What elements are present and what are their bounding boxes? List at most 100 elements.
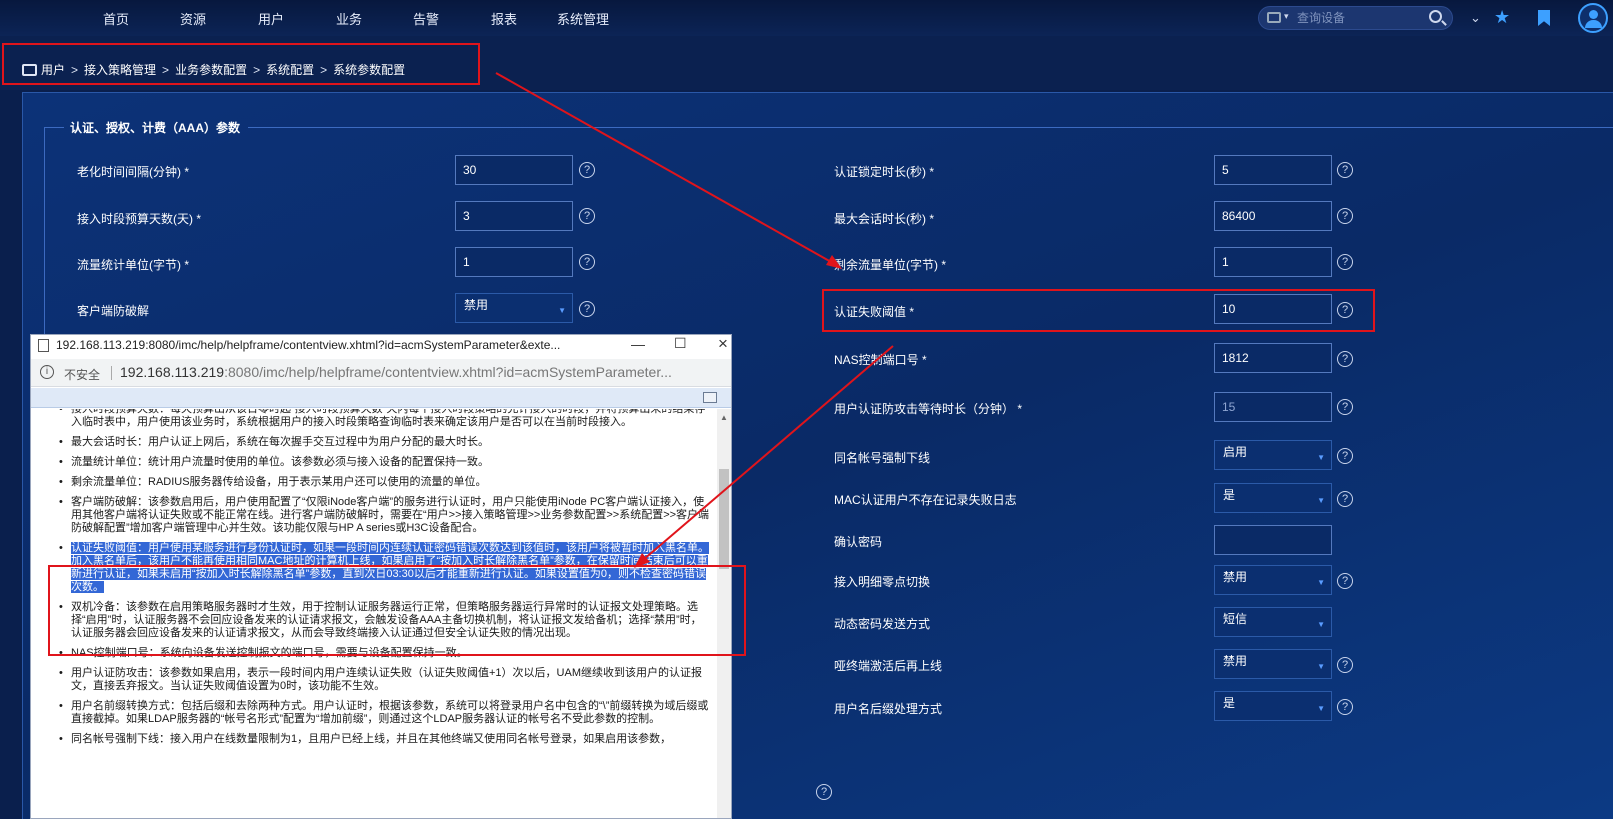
divider	[111, 366, 112, 380]
help-icon[interactable]: ?	[1337, 162, 1353, 178]
close-icon[interactable]: ×	[718, 335, 728, 354]
crumb-system-params: 系统参数配置	[333, 63, 406, 77]
bookmark-icon[interactable]	[1538, 10, 1550, 26]
auth-fail-threshold-input[interactable]: 10	[1214, 294, 1332, 324]
maximize-icon[interactable]: ☐	[674, 335, 687, 352]
help-item: 客户端防破解：该参数启用后，用户使用配置了“仅限iNode客户端”的服务进行认证…	[31, 496, 717, 535]
select-value: 禁用	[1223, 570, 1248, 584]
scrollbar-thumb[interactable]	[719, 469, 729, 569]
username-suffix-select[interactable]: 是 ▼	[1214, 691, 1332, 721]
popup-address-bar: i 不安全 192.168.113.219:8080/imc/help/help…	[31, 359, 731, 387]
fieldset-border	[248, 127, 1613, 128]
minimize-icon[interactable]: —	[631, 336, 645, 352]
info-icon[interactable]: i	[40, 365, 54, 379]
confirm-password-label: 确认密码	[834, 535, 883, 549]
help-icon[interactable]: ?	[816, 784, 832, 800]
device-search-input[interactable]	[1297, 9, 1417, 27]
help-item: 接入时段预算天数：每天预算出从该日零时起“接入时段预算天数”天内每个接入时段策略…	[31, 409, 717, 429]
help-icon[interactable]: ?	[1337, 254, 1353, 270]
top-nav: 首页 资源 用户 业务 告警 报表 系统管理 ▾ ⌄ ★	[0, 0, 1613, 36]
help-icon[interactable]: ?	[579, 162, 595, 178]
auth-lock-duration-label: 认证锁定时长(秒) *	[834, 165, 934, 179]
star-icon[interactable]: ★	[1494, 7, 1510, 28]
help-icon[interactable]: ?	[1337, 573, 1353, 589]
page-icon	[38, 339, 49, 352]
url-path: :8080/imc/help/helpframe/contentview.xht…	[224, 364, 672, 380]
print-icon[interactable]	[703, 392, 717, 403]
mac-auth-log-select[interactable]: 是 ▼	[1214, 483, 1332, 513]
chevron-down-icon: ▼	[558, 306, 566, 315]
nav-report[interactable]: 报表	[491, 9, 517, 28]
nav-resource[interactable]: 资源	[180, 9, 206, 28]
crumb-separator: >	[71, 63, 79, 77]
help-icon[interactable]: ?	[579, 208, 595, 224]
help-icon[interactable]: ?	[1337, 699, 1353, 715]
dumb-terminal-select[interactable]: 禁用 ▼	[1214, 649, 1332, 679]
crumb-separator: >	[320, 63, 328, 77]
popup-url[interactable]: 192.168.113.219:8080/imc/help/helpframe/…	[120, 364, 726, 380]
nav-system-management[interactable]: 系统管理	[557, 9, 609, 28]
crumb-access-policy[interactable]: 接入策略管理	[84, 63, 156, 77]
access-period-days-label: 接入时段预算天数(天) *	[77, 212, 201, 226]
select-value: 短信	[1223, 612, 1248, 626]
help-icon[interactable]: ?	[1337, 448, 1353, 464]
select-value: 启用	[1223, 445, 1248, 459]
chevron-double-down-icon[interactable]: ⌄	[1470, 10, 1481, 26]
help-icon[interactable]: ?	[579, 254, 595, 270]
user-avatar-icon[interactable]	[1578, 3, 1608, 33]
url-host: 192.168.113.219	[120, 364, 225, 380]
nas-control-port-label: NAS控制端口号 *	[834, 353, 927, 367]
dumb-terminal-label: 哑终端激活后再上线	[834, 659, 943, 673]
nav-user[interactable]: 用户	[258, 9, 284, 28]
aging-interval-input[interactable]: 30	[455, 155, 573, 185]
access-period-days-input[interactable]: 3	[455, 201, 573, 231]
help-icon[interactable]: ?	[1337, 302, 1353, 318]
remaining-traffic-unit-input[interactable]: 1	[1214, 247, 1332, 277]
help-icon[interactable]: ?	[1337, 491, 1353, 507]
breadcrumb: 用户 > 接入策略管理 > 业务参数配置 > 系统配置 > 系统参数配置	[22, 61, 405, 78]
dynamic-password-method-select[interactable]: 短信 ▼	[1214, 607, 1332, 637]
traffic-unit-label: 流量统计单位(字节) *	[77, 258, 189, 272]
client-anti-crack-select[interactable]: 禁用 ▼	[455, 293, 573, 323]
auth-lock-duration-input[interactable]: 5	[1214, 155, 1332, 185]
nas-control-port-input[interactable]: 1812	[1214, 343, 1332, 373]
select-value: 是	[1223, 696, 1236, 710]
anti-attack-wait-input[interactable]: 15	[1214, 392, 1332, 422]
crumb-system-config[interactable]: 系统配置	[266, 63, 314, 77]
device-type-dropdown-icon[interactable]: ▾	[1284, 11, 1289, 22]
max-session-label: 最大会话时长(秒) *	[834, 212, 934, 226]
chevron-down-icon: ▼	[1317, 578, 1325, 587]
crumb-user[interactable]: 用户	[41, 63, 65, 77]
help-icon[interactable]: ?	[1337, 208, 1353, 224]
crumb-service-params[interactable]: 业务参数配置	[175, 63, 247, 77]
crumb-separator: >	[253, 63, 261, 77]
chevron-down-icon: ▼	[1317, 704, 1325, 713]
username-suffix-label: 用户名后缀处理方式	[834, 702, 943, 716]
nav-alarm[interactable]: 告警	[413, 9, 439, 28]
aging-interval-label: 老化时间间隔(分钟) *	[77, 165, 189, 179]
nav-service[interactable]: 业务	[336, 9, 362, 28]
help-icon[interactable]: ?	[579, 301, 595, 317]
dynamic-password-method-label: 动态密码发送方式	[834, 617, 931, 631]
scroll-up-icon[interactable]: ▲	[720, 413, 728, 422]
chevron-down-icon: ▼	[1317, 496, 1325, 505]
detail-midnight-switch-label: 接入明细零点切换	[834, 575, 931, 589]
help-icon[interactable]: ?	[1337, 399, 1353, 415]
device-type-icon[interactable]	[1267, 12, 1281, 23]
chevron-down-icon: ▼	[1317, 620, 1325, 629]
search-icon[interactable]	[1429, 10, 1442, 23]
help-icon[interactable]: ?	[1337, 351, 1353, 367]
nav-home[interactable]: 首页	[103, 9, 129, 28]
traffic-unit-input[interactable]: 1	[455, 247, 573, 277]
device-search: ▾	[1258, 6, 1453, 30]
confirm-password-input[interactable]	[1214, 525, 1332, 555]
user-group-icon	[22, 64, 37, 76]
select-value: 禁用	[464, 298, 489, 312]
help-item: 用户名前缀转换方式：包括后缀和去除两种方式。用户认证时，根据该参数，系统可以将登…	[31, 700, 717, 726]
same-account-offline-label: 同名帐号强制下线	[834, 451, 931, 465]
max-session-input[interactable]: 86400	[1214, 201, 1332, 231]
same-account-offline-select[interactable]: 启用 ▼	[1214, 440, 1332, 470]
remaining-traffic-unit-label: 剩余流量单位(字节) *	[834, 258, 946, 272]
detail-midnight-switch-select[interactable]: 禁用 ▼	[1214, 565, 1332, 595]
help-icon[interactable]: ?	[1337, 657, 1353, 673]
